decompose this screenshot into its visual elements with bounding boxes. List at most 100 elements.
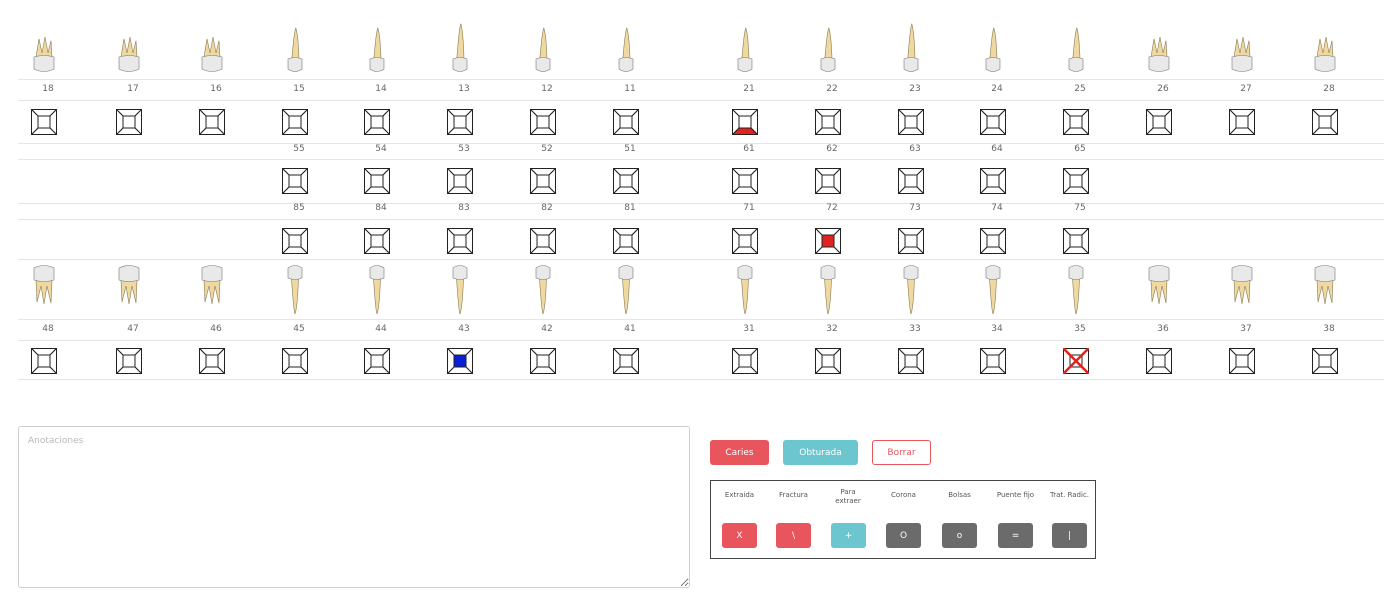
tooth-surface-37[interactable] [1229,348,1255,374]
tooth-surface-64[interactable] [980,168,1006,194]
tooth-surface-85[interactable] [282,228,308,254]
tooth-surface-72[interactable] [815,228,841,254]
tooth-surface-62[interactable] [815,168,841,194]
tooth-surface-17[interactable] [116,109,142,135]
tooth-surface-31[interactable] [732,348,758,374]
tooth-number-17: 17 [127,84,139,94]
tooth-number-32: 32 [826,324,838,334]
tooth-number-33: 33 [909,324,921,334]
tooth-number-36: 36 [1157,324,1169,334]
legend-item: Trat. Radic. | [1042,481,1097,558]
tooth-surface-11[interactable] [613,109,639,135]
tooth-surface-23[interactable] [898,109,924,135]
tooth-number-81: 81 [624,203,636,213]
legend-button-para-extraer[interactable]: + [831,523,866,548]
legend-label: Extraida [724,491,755,499]
tooth-surface-14[interactable] [364,109,390,135]
tooth-number-18: 18 [42,84,54,94]
tooth-surface-51[interactable] [613,168,639,194]
tooth-surface-26[interactable] [1146,109,1172,135]
legend-button-corona[interactable]: O [886,523,921,548]
tooth-surface-28[interactable] [1312,109,1338,135]
tooth-surface-48[interactable] [31,348,57,374]
tooth-surface-75[interactable] [1063,228,1089,254]
tooth-surface-47[interactable] [116,348,142,374]
tooth-icon [737,27,753,72]
tooth-surface-24[interactable] [980,109,1006,135]
legend-button-bolsas[interactable]: o [942,523,977,548]
annotations-textarea[interactable] [18,426,690,588]
tooth-surface-84[interactable] [364,228,390,254]
tooth-surface-83[interactable] [447,228,473,254]
legend-button-trat-radic-[interactable]: | [1052,523,1087,548]
tooth-surface-12[interactable] [530,109,556,135]
tooth-surface-13[interactable] [447,109,473,135]
tooth-icon [201,36,223,72]
chart-row-divider [18,203,1384,220]
tooth-surface-15[interactable] [282,109,308,135]
tooth-surface-55[interactable] [282,168,308,194]
tooth-surface-46[interactable] [199,348,225,374]
tooth-surface-36[interactable] [1146,348,1172,374]
tooth-number-22: 22 [826,84,838,94]
tooth-icon [820,265,836,314]
tooth-surface-16[interactable] [199,109,225,135]
tooth-surface-82[interactable] [530,228,556,254]
borrar-button[interactable]: Borrar [872,440,931,465]
tooth-surface-38[interactable] [1312,348,1338,374]
tooth-surface-33[interactable] [898,348,924,374]
tooth-surface-21[interactable] [732,109,758,135]
tooth-number-15: 15 [293,84,305,94]
tooth-surface-18[interactable] [31,109,57,135]
legend-button-puente-fijo[interactable]: = [998,523,1033,548]
tooth-surface-74[interactable] [980,228,1006,254]
caries-button[interactable]: Caries [710,440,769,465]
tooth-surface-27[interactable] [1229,109,1255,135]
tooth-surface-71[interactable] [732,228,758,254]
obturada-button[interactable]: Obturada [783,440,858,465]
tooth-icon [535,27,551,72]
tooth-number-45: 45 [293,324,305,334]
tooth-number-83: 83 [458,203,470,213]
tooth-surface-42[interactable] [530,348,556,374]
tooth-surface-61[interactable] [732,168,758,194]
chart-row-divider [18,159,1384,204]
tooth-number-28: 28 [1323,84,1335,94]
tooth-icon [1068,27,1084,72]
tooth-surface-54[interactable] [364,168,390,194]
tooth-surface-81[interactable] [613,228,639,254]
tooth-number-44: 44 [375,324,387,334]
tooth-surface-22[interactable] [815,109,841,135]
tooth-surface-73[interactable] [898,228,924,254]
tooth-surface-25[interactable] [1063,109,1089,135]
treatment-legend: Extraida X Fractura \ Para extraer + Corona O Bo… [710,480,1096,559]
tooth-number-52: 52 [541,144,553,154]
tooth-surface-32[interactable] [815,348,841,374]
tooth-surface-45[interactable] [282,348,308,374]
tooth-number-26: 26 [1157,84,1169,94]
tooth-surface-41[interactable] [613,348,639,374]
tooth-surface-34[interactable] [980,348,1006,374]
tooth-number-38: 38 [1323,324,1335,334]
tooth-number-42: 42 [541,324,553,334]
legend-button-fractura[interactable]: \ [776,523,811,548]
tooth-surface-65[interactable] [1063,168,1089,194]
tooth-number-63: 63 [909,144,921,154]
tooth-number-16: 16 [210,84,222,94]
tooth-surface-52[interactable] [530,168,556,194]
tooth-surface-53[interactable] [447,168,473,194]
tooth-surface-63[interactable] [898,168,924,194]
legend-item: Puente fijo = [988,481,1043,558]
legend-button-extraida[interactable]: X [722,523,757,548]
tooth-icon [903,265,919,314]
tooth-number-12: 12 [541,84,553,94]
tooth-icon [1314,265,1336,305]
tooth-surface-44[interactable] [364,348,390,374]
tooth-surface-35[interactable] [1063,348,1089,374]
tooth-icon [618,27,634,72]
tooth-number-48: 48 [42,324,54,334]
tooth-number-85: 85 [293,203,305,213]
tooth-number-34: 34 [991,324,1003,334]
tooth-number-31: 31 [743,324,755,334]
tooth-surface-43[interactable] [447,348,473,374]
